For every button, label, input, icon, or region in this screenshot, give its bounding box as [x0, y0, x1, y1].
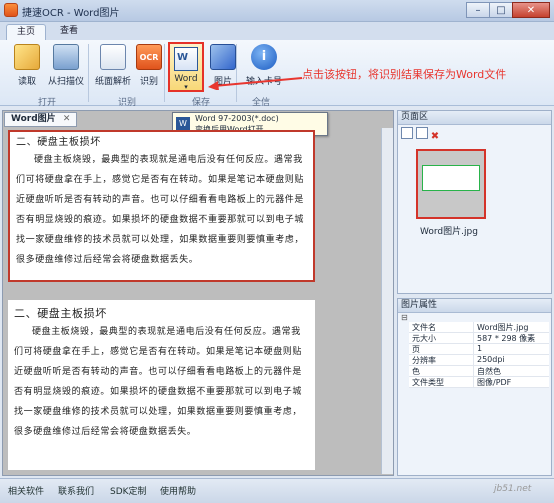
close-tab-icon[interactable]: ✕ — [63, 114, 71, 124]
watermark: jb51.net — [494, 484, 532, 494]
page-panel-title: 页面区 — [398, 111, 551, 125]
property-value: 587 * 298 像素 — [473, 333, 549, 343]
maximize-button[interactable]: □ — [489, 2, 513, 18]
layout-parse-label: 纸面解析 — [94, 77, 131, 87]
property-row: 文件名 Word图片.jpg — [409, 322, 549, 333]
tab-home[interactable]: 主页 — [6, 24, 47, 40]
page-thumbnail[interactable] — [416, 149, 486, 219]
properties-table: 文件名 Word图片.jpg 元大小 587 * 298 像素页 1 分辨率 250dpi 色… — [409, 322, 549, 388]
picture-icon — [210, 44, 236, 70]
property-value: 1 — [473, 344, 549, 354]
document-tab-label: Word图片 — [11, 114, 56, 124]
property-value: 图像/PDF — [473, 377, 549, 387]
status-link-sdk[interactable]: SDK定制 — [110, 484, 147, 497]
property-key: 文件类型 — [409, 377, 473, 387]
image-body-text: 硬盘主板烧毁，最典型的表现就是通电后没有任何反应。遇常我们可将硬盘拿在手上，感觉… — [16, 155, 305, 265]
word-icon: W — [176, 117, 190, 131]
status-link-help[interactable]: 使用帮助 — [160, 484, 196, 497]
layout-parse-button[interactable]: 纸面解析 — [92, 44, 134, 87]
recognize-label: 识别 — [139, 77, 158, 87]
group-recognize-label: 识别 — [118, 98, 137, 108]
property-value: Word图片.jpg — [473, 322, 549, 332]
read-button[interactable]: 读取 — [10, 44, 44, 87]
info-icon: i — [251, 44, 277, 70]
annotation-text: 点击该按钮，将识别结果保存为Word文件 — [302, 68, 507, 81]
word-doc-icon: W — [174, 47, 198, 71]
property-row: 页1 — [409, 344, 549, 355]
window-title: 捷速OCR - Word图片 — [22, 8, 120, 19]
property-key: 色 — [409, 366, 473, 376]
status-bar: 相关软件 联系我们 SDK定制 使用帮助 jb51.net — [0, 478, 554, 503]
group-save-label: 保存 — [192, 98, 211, 108]
read-label: 读取 — [17, 77, 36, 87]
document-tab[interactable]: Word图片 ✕ — [4, 112, 78, 127]
app-icon — [4, 3, 18, 17]
close-button[interactable]: ✕ — [512, 2, 550, 18]
property-row: 元大小 587 * 298 像素 — [409, 333, 549, 344]
property-value: 自然色 — [473, 366, 549, 376]
result-body-text: 硬盘主板烧毁，最典型的表现就是通电后没有任何反应。遇常我们可将硬盘拿在手上，感觉… — [14, 327, 303, 437]
page-copy-icon[interactable] — [415, 127, 428, 139]
group-open-label: 打开 — [38, 98, 57, 108]
property-row: 分辨率 250dpi — [409, 355, 549, 366]
page-thumbnail-label: Word图片.jpg — [420, 227, 478, 237]
group-separator — [164, 44, 165, 102]
status-link-contact[interactable]: 联系我们 — [58, 484, 94, 497]
property-row: 文件类型 图像/PDF — [409, 377, 549, 388]
result-heading: 二、硬盘主板损坏 — [14, 307, 107, 320]
ocr-result-document: 二、硬盘主板损坏 硬盘主板烧毁，最典型的表现就是通电后没有任何反应。遇常我们可将… — [8, 300, 315, 470]
folder-open-icon — [14, 44, 40, 70]
tab-view[interactable]: 查看 — [50, 24, 88, 40]
from-scanner-button[interactable]: 从扫描仪 — [46, 44, 86, 87]
status-link-related[interactable]: 相关软件 — [8, 484, 44, 497]
source-image: 二、硬盘主板损坏 硬盘主板烧毁，最典型的表现就是通电后没有任何反应。遇常我们可将… — [8, 130, 315, 282]
property-key: 文件名 — [409, 322, 473, 332]
page-toolbar: ✖ — [398, 125, 551, 143]
minimize-button[interactable]: – — [466, 2, 490, 18]
thumbnail-text-region — [422, 165, 480, 191]
title-bar: 捷速OCR - Word图片 – □ ✕ — [0, 0, 554, 22]
group-separator — [88, 44, 89, 102]
dropdown-arrow-icon: ▾ — [184, 83, 188, 91]
layout-icon — [100, 44, 126, 70]
page-panel: 页面区 ✖ Word图片.jpg — [397, 110, 552, 294]
tooltip-title: Word 97-2003(*.doc) — [195, 114, 279, 123]
property-key: 分辨率 — [409, 355, 473, 365]
property-row: 色自然色 — [409, 366, 549, 377]
scanner-icon — [53, 44, 79, 70]
ribbon-tabs: 主页 查看 — [0, 22, 554, 40]
group-full-label: 全信 — [252, 98, 271, 108]
property-key: 元大小 — [409, 333, 473, 343]
page-delete-icon[interactable]: ✖ — [431, 131, 439, 142]
recognize-button[interactable]: OCR 识别 — [132, 44, 166, 87]
page-add-icon[interactable] — [401, 127, 413, 139]
annotation-arrow — [208, 77, 303, 90]
ocr-icon: OCR — [136, 44, 162, 70]
window-controls: – □ ✕ — [466, 2, 550, 18]
property-key: 页 — [409, 344, 473, 354]
image-heading: 二、硬盘主板损坏 — [16, 137, 101, 148]
properties-panel-title: 图片属性 — [398, 299, 551, 313]
property-value: 250dpi — [473, 355, 549, 365]
save-word-button[interactable]: W Word ▾ — [168, 42, 204, 92]
document-scrollbar[interactable] — [381, 128, 393, 474]
from-scanner-label: 从扫描仪 — [47, 77, 84, 87]
